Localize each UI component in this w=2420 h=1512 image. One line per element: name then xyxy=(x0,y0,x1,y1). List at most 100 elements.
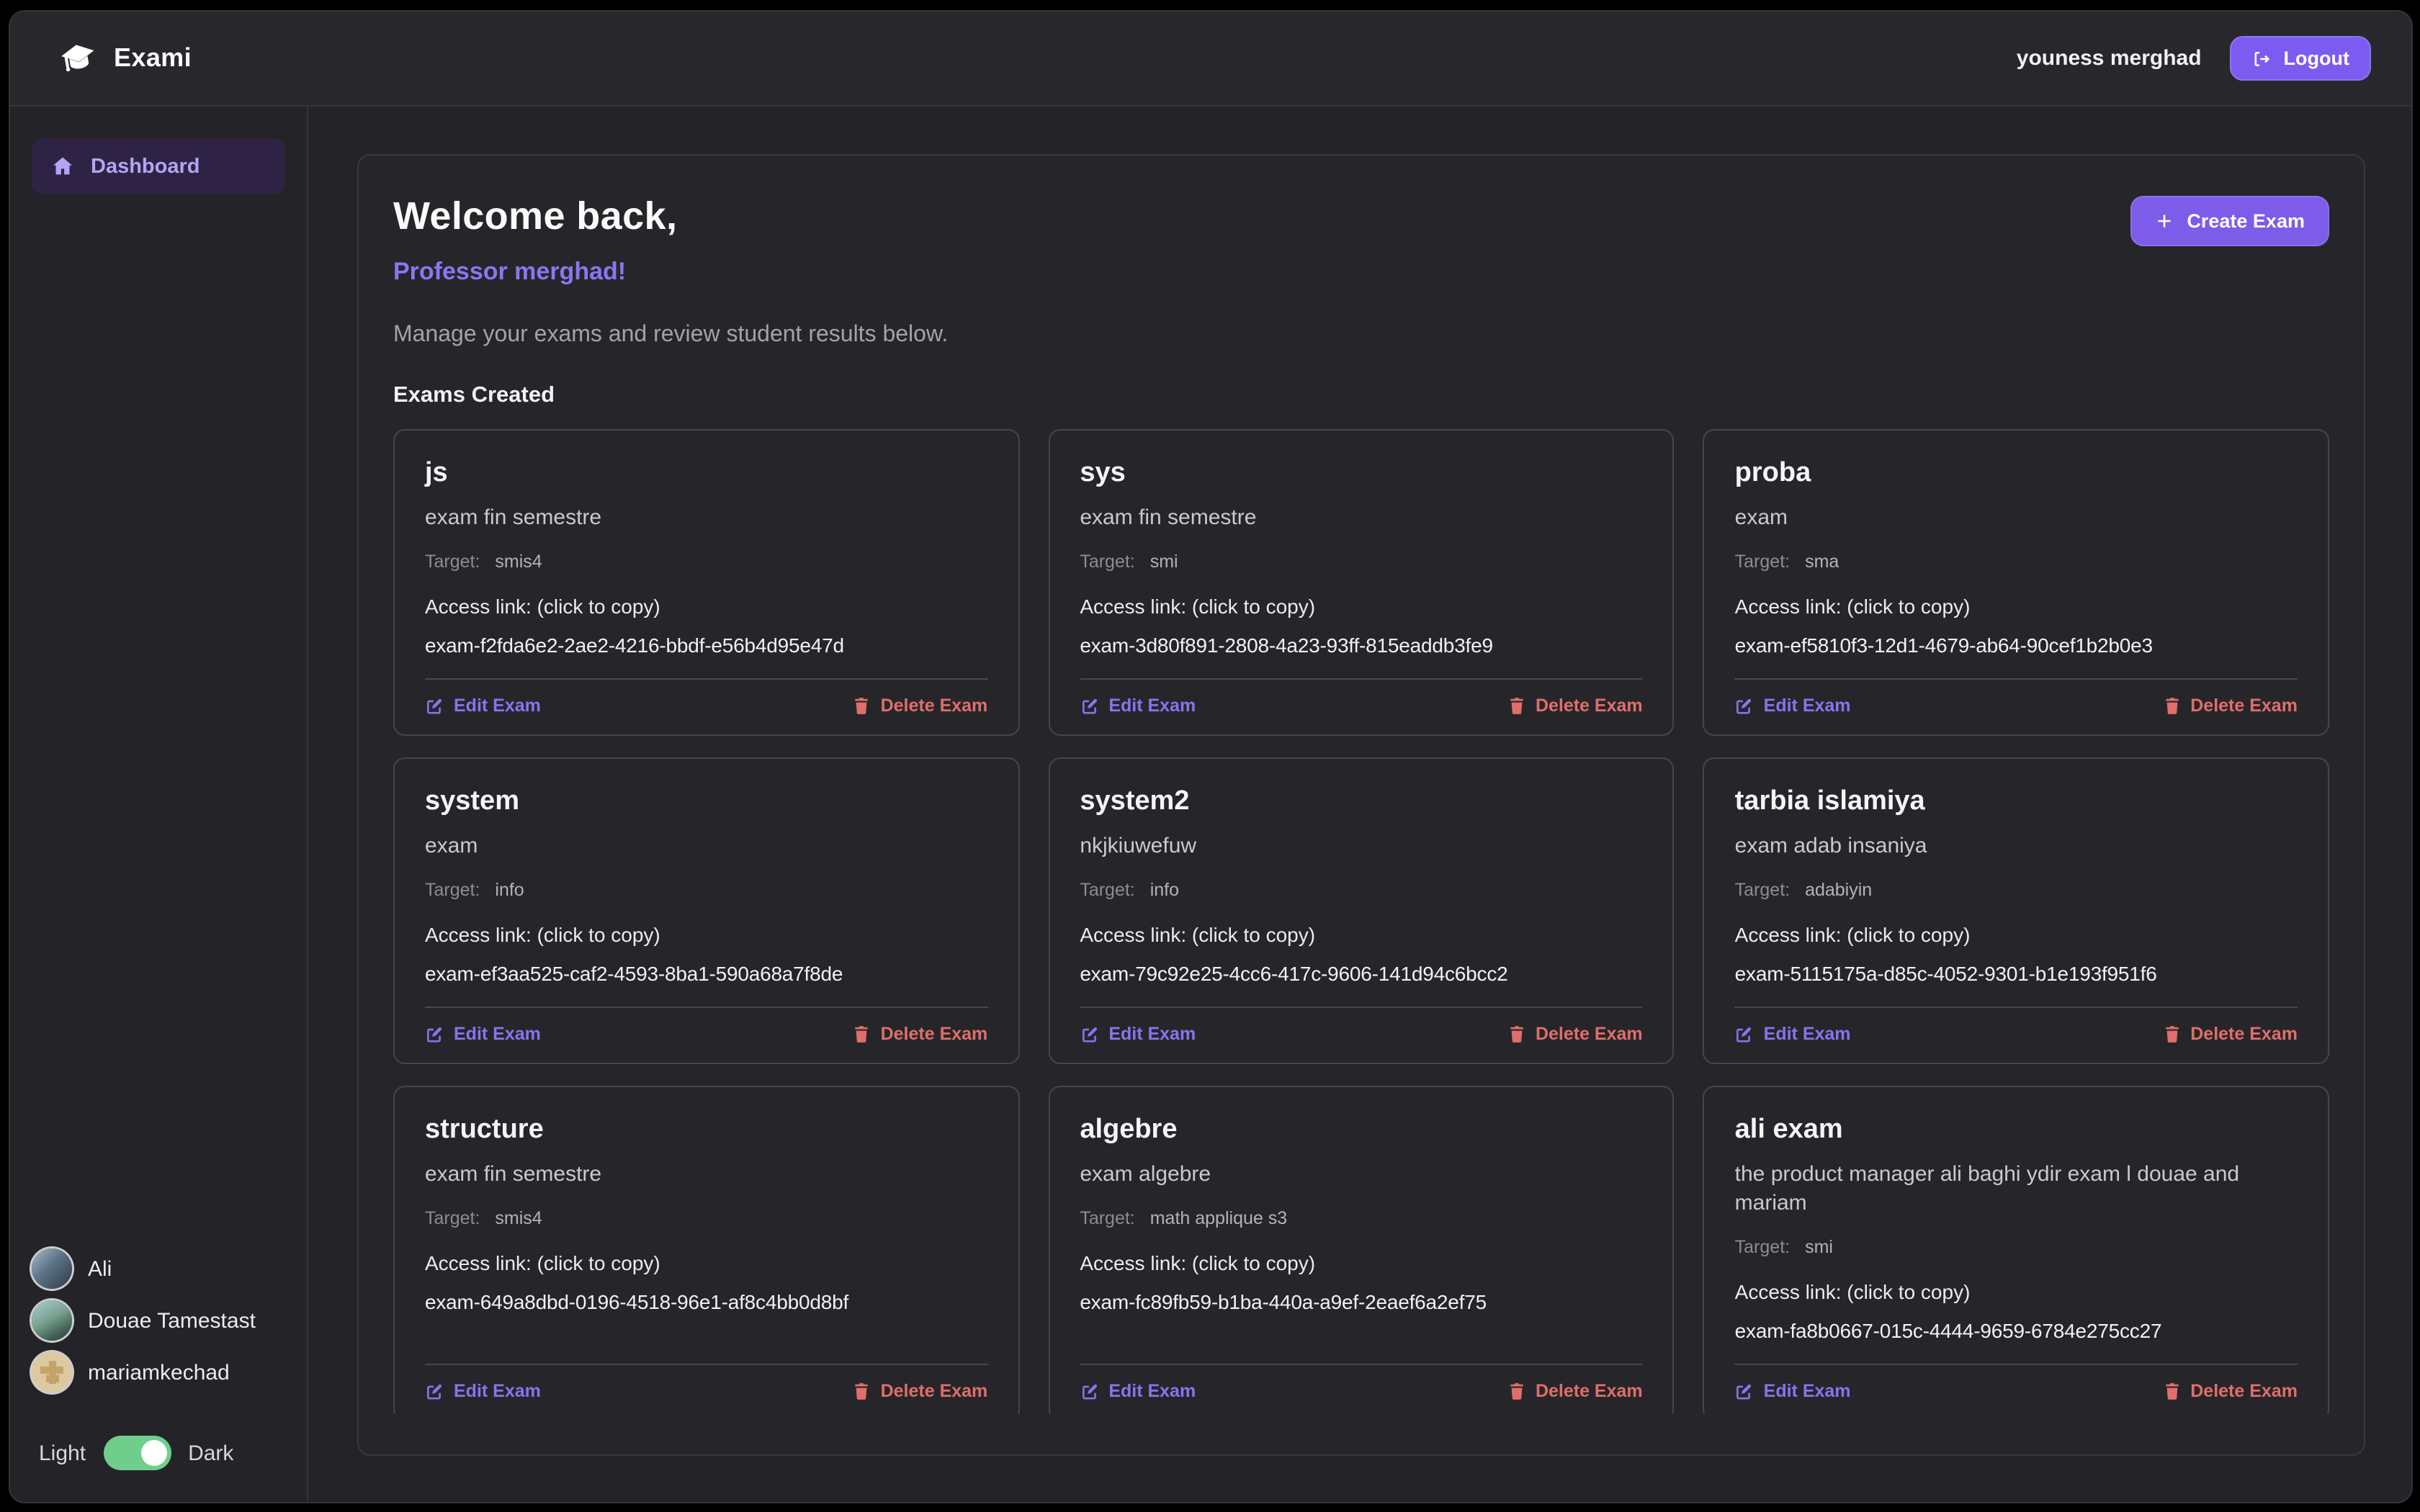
access-link-label[interactable]: Access link: (click to copy) xyxy=(1080,1250,1642,1276)
target-label: Target: xyxy=(425,552,480,572)
exam-card-footer: Edit Exam Delete Exam xyxy=(1080,1364,1642,1414)
access-link-value[interactable]: exam-3d80f891-2808-4a23-93ff-815eaddb3fe… xyxy=(1080,632,1642,658)
edit-exam-button[interactable]: Edit Exam xyxy=(1080,1381,1196,1401)
welcome-block: Welcome back, Professor merghad! Manage … xyxy=(393,193,948,350)
target-value: smi xyxy=(1150,552,1178,572)
theme-toggle[interactable] xyxy=(103,1436,171,1470)
edit-exam-button[interactable]: Edit Exam xyxy=(425,696,541,716)
access-link-label[interactable]: Access link: (click to copy) xyxy=(1080,593,1642,619)
user-list-item[interactable]: mariamkechad xyxy=(32,1346,292,1398)
exam-title: system2 xyxy=(1080,785,1642,818)
edit-exam-button[interactable]: Edit Exam xyxy=(1735,1381,1851,1401)
card-spacer xyxy=(425,986,987,1007)
access-link-value[interactable]: exam-79c92e25-4cc6-417c-9606-141d94c6bcc… xyxy=(1080,960,1642,986)
edit-exam-button[interactable]: Edit Exam xyxy=(425,1024,541,1044)
exam-card: system exam Target: info Access link: (c… xyxy=(393,757,1019,1064)
delete-exam-button[interactable]: Delete Exam xyxy=(853,1024,988,1044)
logout-button[interactable]: Logout xyxy=(2231,36,2371,81)
edit-exam-button[interactable]: Edit Exam xyxy=(1735,1024,1851,1044)
delete-exam-label: Delete Exam xyxy=(1536,1381,1643,1401)
trash-icon xyxy=(2163,1025,2180,1043)
theme-light-label: Light xyxy=(39,1441,86,1465)
sidebar-nav: Dashboard xyxy=(10,107,307,194)
target-label: Target: xyxy=(1735,552,1790,572)
trash-icon xyxy=(2163,1382,2180,1400)
access-link-label[interactable]: Access link: (click to copy) xyxy=(1080,922,1642,948)
exam-description: exam fin semestre xyxy=(425,1161,987,1189)
delete-exam-button[interactable]: Delete Exam xyxy=(2163,1381,2298,1401)
sidebar-item-dashboard[interactable]: Dashboard xyxy=(32,138,285,194)
target-value: smi xyxy=(1805,1237,1833,1257)
user-list: Ali Douae Tamestast mariamkechad xyxy=(10,1243,307,1418)
exam-title: algebre xyxy=(1080,1113,1642,1146)
exam-target-row: Target: info xyxy=(1080,878,1642,901)
target-label: Target: xyxy=(1735,880,1790,900)
exam-title: system xyxy=(425,785,987,818)
edit-exam-button[interactable]: Edit Exam xyxy=(1735,696,1851,716)
access-link-value[interactable]: exam-ef3aa525-caf2-4593-8ba1-590a68a7f8d… xyxy=(425,960,987,986)
topbar: Exami youness merghad Logout xyxy=(10,12,2411,107)
trash-icon xyxy=(2163,696,2180,715)
delete-exam-label: Delete Exam xyxy=(2190,1381,2298,1401)
card-spacer xyxy=(425,658,987,678)
access-link-label[interactable]: Access link: (click to copy) xyxy=(425,1250,987,1276)
target-value: smis4 xyxy=(495,1208,542,1228)
access-link-value[interactable]: exam-fa8b0667-015c-4444-9659-6784e275cc2… xyxy=(1735,1318,2298,1344)
brand: Exami xyxy=(59,39,192,78)
sidebar: Dashboard Ali Douae Tamestast mariamkech… xyxy=(10,107,308,1502)
delete-exam-label: Delete Exam xyxy=(881,1381,988,1401)
theme-dark-label: Dark xyxy=(188,1441,233,1465)
exam-target-row: Target: smi xyxy=(1080,550,1642,573)
delete-exam-button[interactable]: Delete Exam xyxy=(2163,696,2298,716)
access-link-label[interactable]: Access link: (click to copy) xyxy=(1735,593,2298,619)
access-link-label[interactable]: Access link: (click to copy) xyxy=(425,593,987,619)
edit-icon xyxy=(1735,696,1754,715)
edit-exam-label: Edit Exam xyxy=(454,1024,541,1044)
edit-exam-button[interactable]: Edit Exam xyxy=(1080,1024,1196,1044)
logout-label: Logout xyxy=(2284,48,2349,69)
delete-exam-button[interactable]: Delete Exam xyxy=(1508,1381,1643,1401)
access-link-value[interactable]: exam-f2fda6e2-2ae2-4216-bbdf-e56b4d95e47… xyxy=(425,632,987,658)
edit-exam-label: Edit Exam xyxy=(1108,1381,1196,1401)
card-spacer xyxy=(1735,1344,2298,1364)
access-link-label[interactable]: Access link: (click to copy) xyxy=(425,922,987,948)
exam-title: ali exam xyxy=(1735,1113,2298,1146)
access-link-value[interactable]: exam-ef5810f3-12d1-4679-ab64-90cef1b2b0e… xyxy=(1735,632,2298,658)
edit-exam-button[interactable]: Edit Exam xyxy=(425,1381,541,1401)
avatar xyxy=(32,1300,72,1341)
panel-content: Welcome back, Professor merghad! Manage … xyxy=(359,156,2364,1414)
exam-description: exam adab insaniya xyxy=(1735,832,2298,861)
body-row: Dashboard Ali Douae Tamestast mariamkech… xyxy=(10,107,2411,1502)
delete-exam-button[interactable]: Delete Exam xyxy=(853,1381,988,1401)
exam-description: the product manager ali baghi ydir exam … xyxy=(1735,1161,2298,1218)
home-icon xyxy=(50,154,75,179)
card-spacer xyxy=(425,1315,987,1364)
app-window: Exami youness merghad Logout xyxy=(9,10,2413,1503)
edit-exam-button[interactable]: Edit Exam xyxy=(1080,696,1196,716)
avatar xyxy=(32,1352,72,1392)
delete-exam-button[interactable]: Delete Exam xyxy=(1508,1024,1643,1044)
exam-card: sys exam fin semestre Target: smi Access… xyxy=(1048,429,1674,736)
exam-title: sys xyxy=(1080,456,1642,490)
user-list-item[interactable]: Douae Tamestast xyxy=(32,1295,292,1346)
create-exam-button[interactable]: Create Exam xyxy=(2130,196,2329,246)
card-spacer xyxy=(1735,658,2298,678)
user-list-item[interactable]: Ali xyxy=(32,1243,292,1295)
target-label: Target: xyxy=(1080,880,1134,900)
edit-icon xyxy=(425,1025,444,1043)
delete-exam-button[interactable]: Delete Exam xyxy=(2163,1024,2298,1044)
access-link-label[interactable]: Access link: (click to copy) xyxy=(1735,922,2298,948)
delete-exam-button[interactable]: Delete Exam xyxy=(1508,696,1643,716)
edit-icon xyxy=(1735,1025,1754,1043)
target-value: info xyxy=(1150,880,1179,900)
edit-exam-label: Edit Exam xyxy=(1764,696,1851,716)
plus-icon xyxy=(2155,212,2174,230)
exam-description: exam fin semestre xyxy=(1080,504,1642,533)
page-title: Welcome back, xyxy=(393,193,948,239)
delete-exam-button[interactable]: Delete Exam xyxy=(853,696,988,716)
user-name: Douae Tamestast xyxy=(88,1308,256,1333)
access-link-label[interactable]: Access link: (click to copy) xyxy=(1735,1279,2298,1305)
access-link-value[interactable]: exam-649a8dbd-0196-4518-96e1-af8c4bb0d8b… xyxy=(425,1289,987,1315)
access-link-value[interactable]: exam-5115175a-d85c-4052-9301-b1e193f951f… xyxy=(1735,960,2298,986)
access-link-value[interactable]: exam-fc89fb59-b1ba-440a-a9ef-2eaef6a2ef7… xyxy=(1080,1289,1642,1315)
